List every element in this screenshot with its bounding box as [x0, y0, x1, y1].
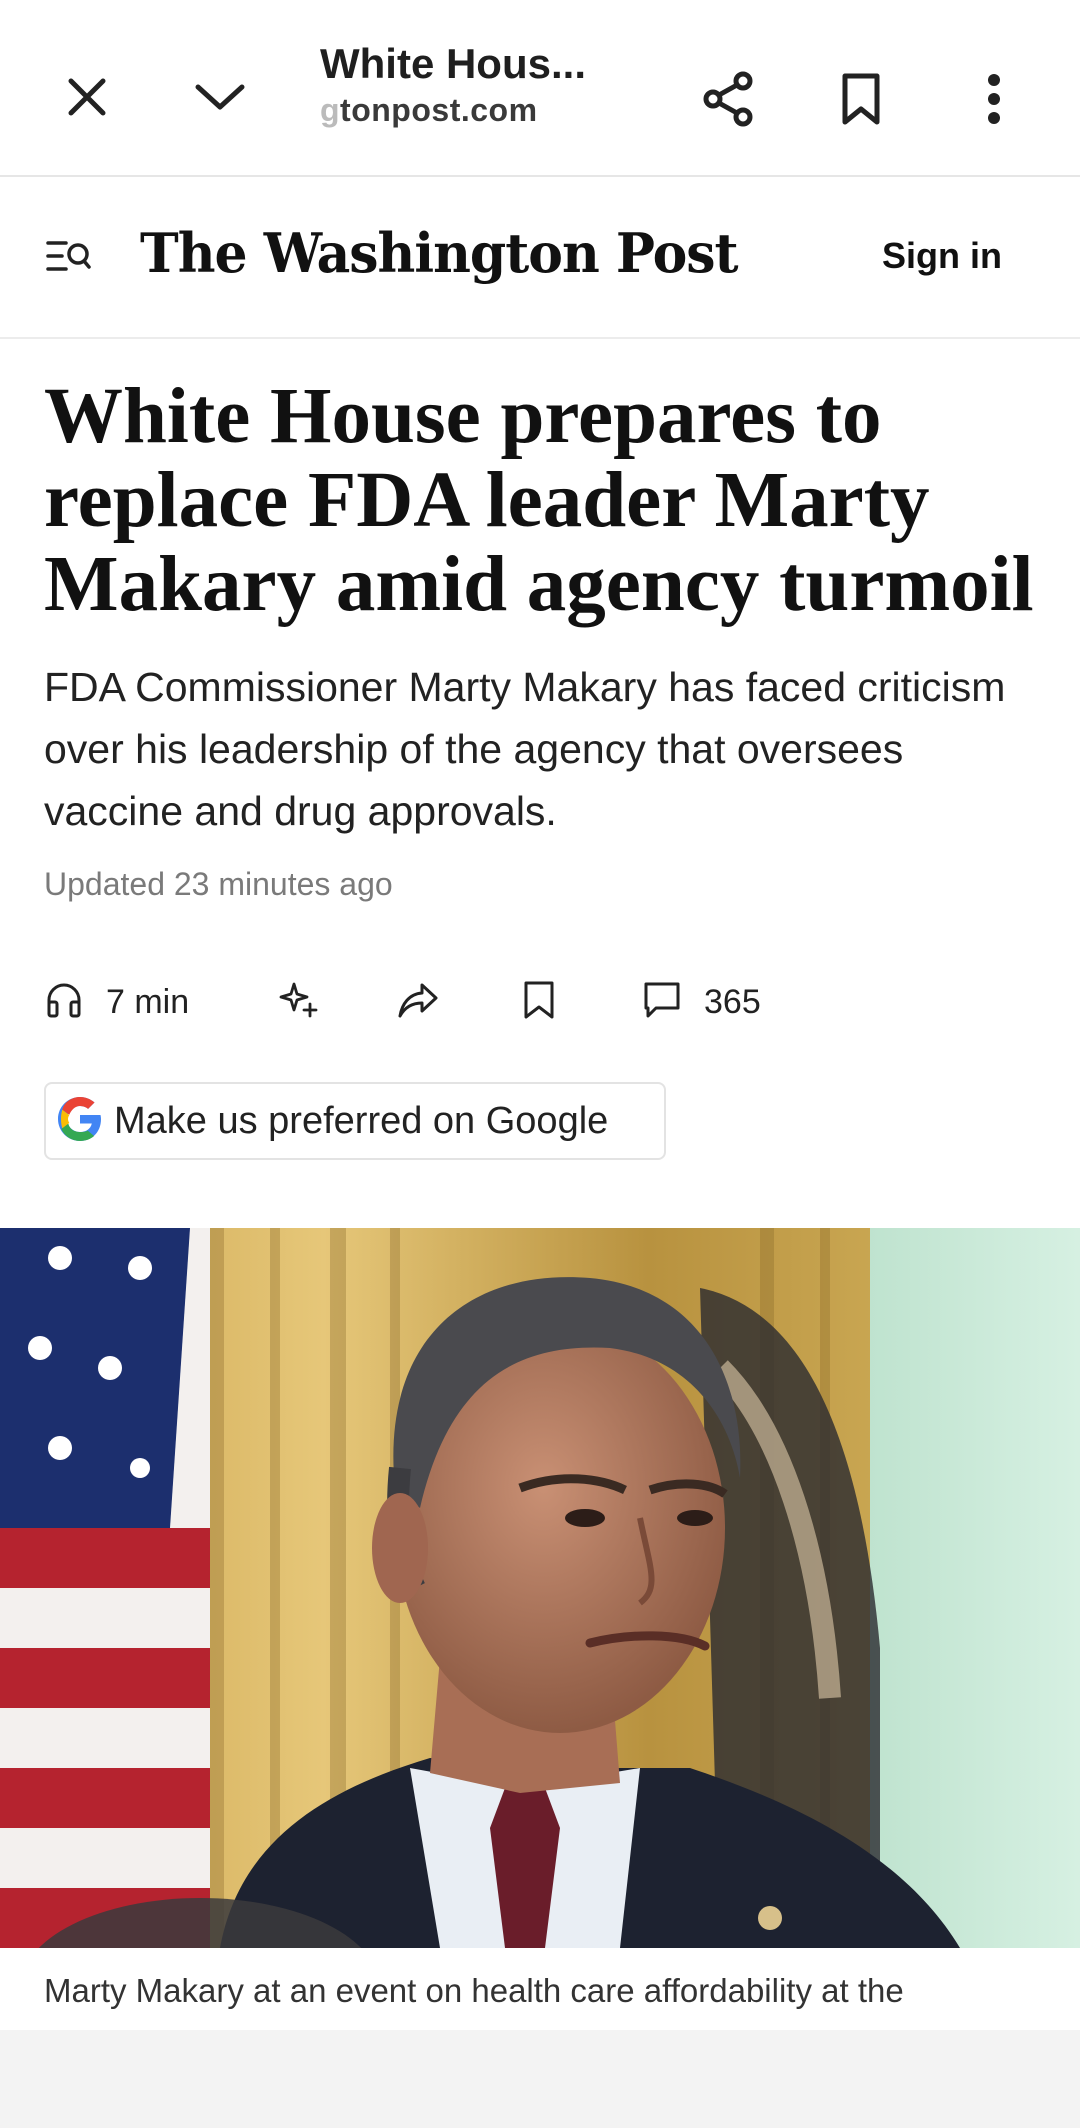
- google-button-label: Make us preferred on Google: [114, 1099, 609, 1142]
- headphones-icon: [44, 980, 84, 1025]
- site-header: The Washington Post Sign in: [0, 177, 1080, 339]
- page-title: White Hous...: [320, 40, 586, 87]
- listen-duration: 7 min: [106, 982, 190, 1021]
- close-icon[interactable]: [60, 70, 114, 124]
- comments-count: 365: [704, 982, 761, 1021]
- comments-button[interactable]: 365: [642, 975, 761, 1029]
- sparkle-icon: [276, 978, 320, 1027]
- url-bar[interactable]: White Hous... gtonpost.com: [320, 40, 660, 129]
- listen-button[interactable]: 7 min: [44, 975, 189, 1029]
- article-dek: FDA Commissioner Marty Makary has faced …: [44, 664, 1006, 834]
- google-preferred-button[interactable]: Make us preferred on Google: [44, 1082, 666, 1160]
- menu-search-icon[interactable]: [44, 237, 92, 282]
- bookmark-icon[interactable]: [836, 70, 886, 128]
- save-article-button[interactable]: [522, 975, 556, 1029]
- browser-toolbar: White Hous... gtonpost.com: [0, 0, 1080, 177]
- more-vertical-icon[interactable]: [976, 70, 1012, 128]
- site-logo[interactable]: The Washington Post: [140, 221, 739, 285]
- sign-in-link[interactable]: Sign in: [882, 235, 1002, 277]
- hero-photo: [0, 1228, 1080, 1948]
- photo-caption: Marty Makary at an event on health care …: [44, 1972, 904, 2009]
- bottom-fade: [0, 2030, 1080, 2128]
- url-domain: gtonpost.com: [320, 92, 538, 128]
- share-arrow-icon: [396, 980, 440, 1025]
- google-g-icon: [56, 1095, 104, 1148]
- article-actions: 7 min 365: [44, 975, 1044, 1029]
- chevron-down-icon[interactable]: [190, 72, 250, 122]
- ai-summary-button[interactable]: [276, 975, 320, 1029]
- share-article-button[interactable]: [396, 975, 440, 1029]
- share-icon[interactable]: [700, 70, 758, 128]
- bookmark-outline-icon: [522, 980, 556, 1025]
- updated-timestamp: Updated 23 minutes ago: [44, 866, 393, 902]
- article-headline: White House prepares to replace FDA lead…: [44, 373, 1034, 628]
- comment-icon: [642, 980, 682, 1025]
